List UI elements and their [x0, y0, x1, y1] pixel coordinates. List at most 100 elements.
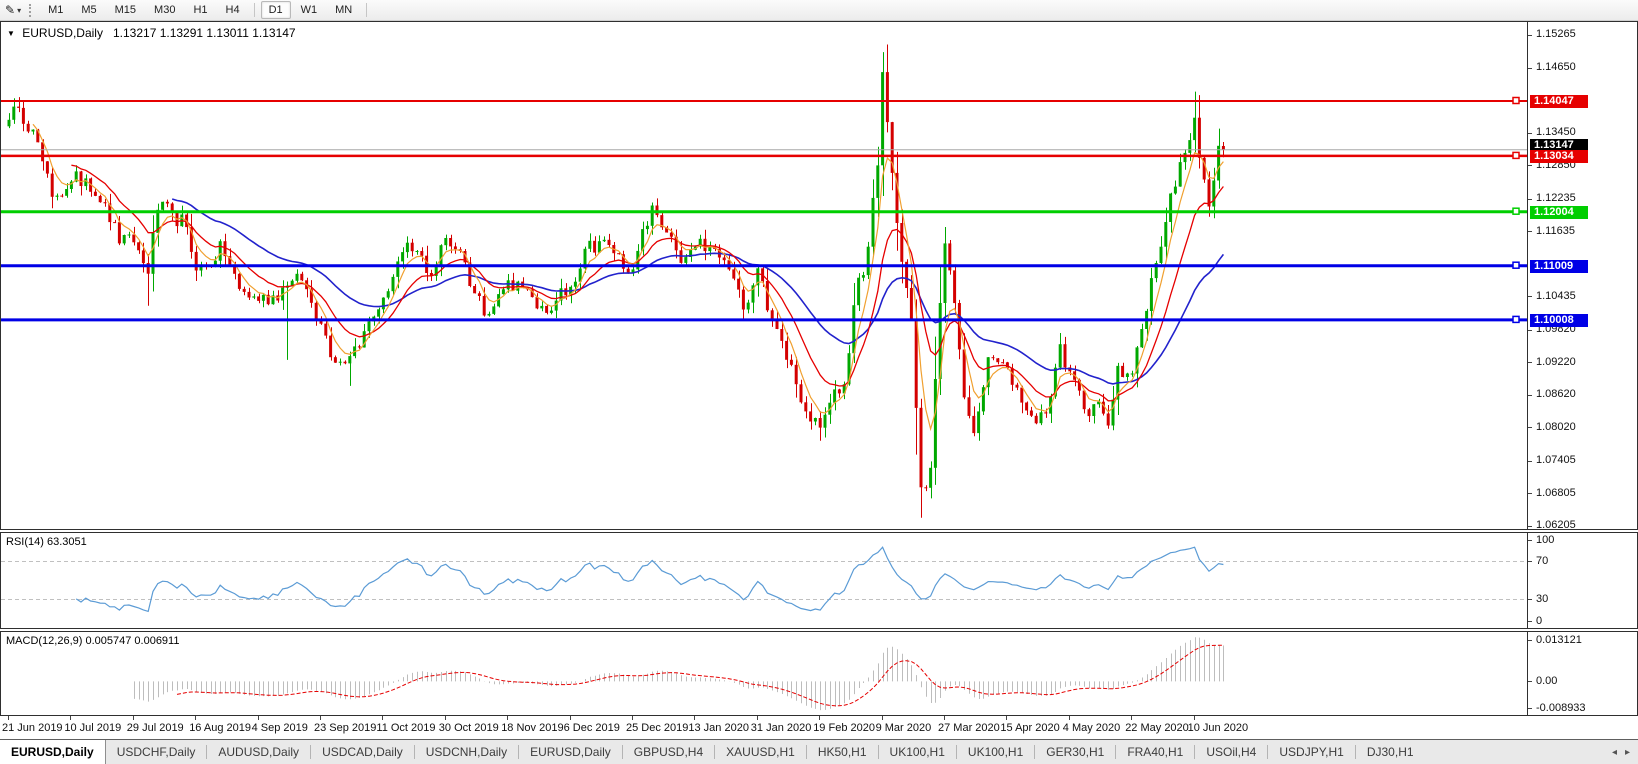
time-axis-tick [258, 716, 259, 720]
tab-scroll-right-icon[interactable]: ▸ [1625, 747, 1630, 758]
time-axis[interactable]: 21 Jun 201910 Jul 201929 Jul 201916 Aug … [0, 716, 1638, 739]
rsi-axis-30: 30 [1536, 593, 1548, 605]
chart-tab-dj30-h1[interactable]: DJ30,H1 [1356, 740, 1425, 764]
time-axis-label: 23 Sep 2019 [314, 722, 376, 734]
chart-tab-usdjpy-h1[interactable]: USDJPY,H1 [1268, 740, 1354, 764]
time-axis-label: 9 Mar 2020 [876, 722, 932, 734]
time-axis-label: 4 Sep 2019 [252, 722, 308, 734]
timeframe-button-mn[interactable]: MN [327, 1, 360, 19]
price-axis-tick [1528, 330, 1532, 331]
chevron-down-icon[interactable]: ▾ [17, 6, 25, 15]
rsi-axis-0: 0 [1536, 615, 1542, 627]
price-axis-tick [1528, 35, 1532, 36]
price-axis-tick [1528, 296, 1532, 297]
timeframe-button-d1[interactable]: D1 [261, 1, 291, 19]
price-axis-tick [1528, 68, 1532, 69]
tab-scroll-left-icon[interactable]: ◂ [1612, 747, 1617, 758]
chart-tab-audusd-daily[interactable]: AUDUSD,Daily [207, 740, 310, 764]
timeframe-button-w1[interactable]: W1 [293, 1, 326, 19]
chart-title: ▼ EURUSD,Daily 1.13217 1.13291 1.13011 1… [7, 26, 296, 40]
price-axis-label: 1.11635 [1536, 225, 1575, 237]
time-axis-tick [1069, 716, 1070, 720]
price-axis[interactable]: 1.152651.146501.134501.128501.122351.116… [1527, 22, 1637, 529]
price-axis-label: 1.07405 [1536, 454, 1576, 466]
price-axis-tick [1528, 199, 1532, 200]
price-axis-tick [1528, 133, 1532, 134]
timeframe-toolbar: ✎ ▾ M1M5M15M30H1H4 D1W1MN [0, 0, 1638, 21]
chart-tab-usoil-h4[interactable]: USOil,H4 [1195, 740, 1267, 764]
macd-axis-min: -0.008933 [1536, 702, 1586, 714]
time-axis-label: 13 Jan 2020 [688, 722, 749, 734]
timeframe-button-h4[interactable]: H4 [218, 1, 248, 19]
cursor-draw-icon[interactable]: ✎ [0, 3, 17, 17]
time-axis-tick [382, 716, 383, 720]
price-axis-tick [1528, 461, 1532, 462]
price-axis-label: 1.09220 [1536, 356, 1576, 368]
chart-tab-uk100-h1[interactable]: UK100,H1 [957, 740, 1034, 764]
chart-tab-eurusd-daily[interactable]: EURUSD,Daily [519, 740, 622, 764]
macd-axis[interactable]: 0.013121 0.00 -0.008933 [1527, 632, 1637, 715]
time-axis-tick [570, 716, 571, 720]
time-axis-tick [445, 716, 446, 720]
timeframe-button-h1[interactable]: H1 [185, 1, 215, 19]
rsi-axis-70: 70 [1536, 555, 1548, 567]
time-axis-label: 30 Oct 2019 [439, 722, 499, 734]
chart-tab-usdcnh-daily[interactable]: USDCNH,Daily [415, 740, 518, 764]
timeframe-button-m5[interactable]: M5 [73, 1, 104, 19]
rsi-axis-100: 100 [1536, 534, 1554, 546]
toolbar-separator [254, 3, 255, 17]
chart-tab-hk50-h1[interactable]: HK50,H1 [807, 740, 878, 764]
time-axis-label: 10 Jun 2020 [1188, 722, 1249, 734]
price-axis-tick [1528, 395, 1532, 396]
price-axis-tick [1528, 362, 1532, 363]
price-axis-tick [1528, 165, 1532, 166]
chart-tabs-bar: EURUSD,DailyUSDCHF,DailyAUDUSD,DailyUSDC… [0, 739, 1638, 764]
time-axis-tick [8, 716, 9, 720]
macd-label: MACD(12,26,9) 0.005747 0.006911 [6, 635, 179, 647]
price-axis-label: 1.15265 [1536, 28, 1576, 40]
time-axis-label: 6 Dec 2019 [564, 722, 620, 734]
time-axis-tick [819, 716, 820, 720]
time-axis-tick [1194, 716, 1195, 720]
chart-tab-usdchf-daily[interactable]: USDCHF,Daily [106, 740, 207, 764]
time-axis-label: 21 Jun 2019 [2, 722, 63, 734]
time-axis-tick [133, 716, 134, 720]
chart-tab-eurusd-daily[interactable]: EURUSD,Daily [0, 740, 106, 764]
rsi-axis[interactable]: 100 70 30 0 [1527, 533, 1637, 628]
chart-tab-fra40-h1[interactable]: FRA40,H1 [1116, 740, 1194, 764]
macd-canvas[interactable] [1, 632, 1528, 715]
timeframe-button-m1[interactable]: M1 [40, 1, 71, 19]
level-price-badge-1.11009: 1.11009 [1530, 260, 1588, 273]
time-axis-label: 29 Jul 2019 [127, 722, 184, 734]
price-axis-label: 1.10435 [1536, 290, 1576, 302]
timeframe-button-m15[interactable]: M15 [107, 1, 144, 19]
chart-tab-usdcad-daily[interactable]: USDCAD,Daily [311, 740, 414, 764]
chart-tab-xauusd-h1[interactable]: XAUUSD,H1 [715, 740, 806, 764]
price-axis-tick [1528, 231, 1532, 232]
timeframe-button-m30[interactable]: M30 [146, 1, 183, 19]
time-axis-label: 11 Oct 2019 [376, 722, 435, 734]
price-axis-label: 1.13450 [1536, 126, 1576, 138]
chart-tab-ger30-h1[interactable]: GER30,H1 [1035, 740, 1115, 764]
macd-axis-zero: 0.00 [1536, 675, 1557, 687]
price-axis-label: 1.12235 [1536, 192, 1576, 204]
chart-tab-uk100-h1[interactable]: UK100,H1 [879, 740, 956, 764]
price-axis-tick [1528, 427, 1532, 428]
price-axis-label: 1.08620 [1536, 388, 1576, 400]
level-price-badge-1.14047: 1.14047 [1530, 95, 1588, 108]
rsi-panel: RSI(14) 63.3051 100 70 30 0 [0, 532, 1638, 629]
price-chart-canvas[interactable] [1, 22, 1528, 529]
time-axis-tick [320, 716, 321, 720]
time-axis-tick [757, 716, 758, 720]
time-axis-label: 27 Mar 2020 [938, 722, 1000, 734]
time-axis-tick [694, 716, 695, 720]
chart-stack: ▼ EURUSD,Daily 1.13217 1.13291 1.13011 1… [0, 21, 1638, 739]
time-axis-tick [70, 716, 71, 720]
time-axis-tick [507, 716, 508, 720]
chart-tab-gbpusd-h4[interactable]: GBPUSD,H4 [623, 740, 714, 764]
time-axis-tick [944, 716, 945, 720]
time-axis-label: 31 Jan 2020 [751, 722, 812, 734]
rsi-label: RSI(14) 63.3051 [6, 536, 87, 548]
rsi-canvas[interactable] [1, 533, 1528, 628]
time-axis-label: 10 Jul 2019 [64, 722, 121, 734]
